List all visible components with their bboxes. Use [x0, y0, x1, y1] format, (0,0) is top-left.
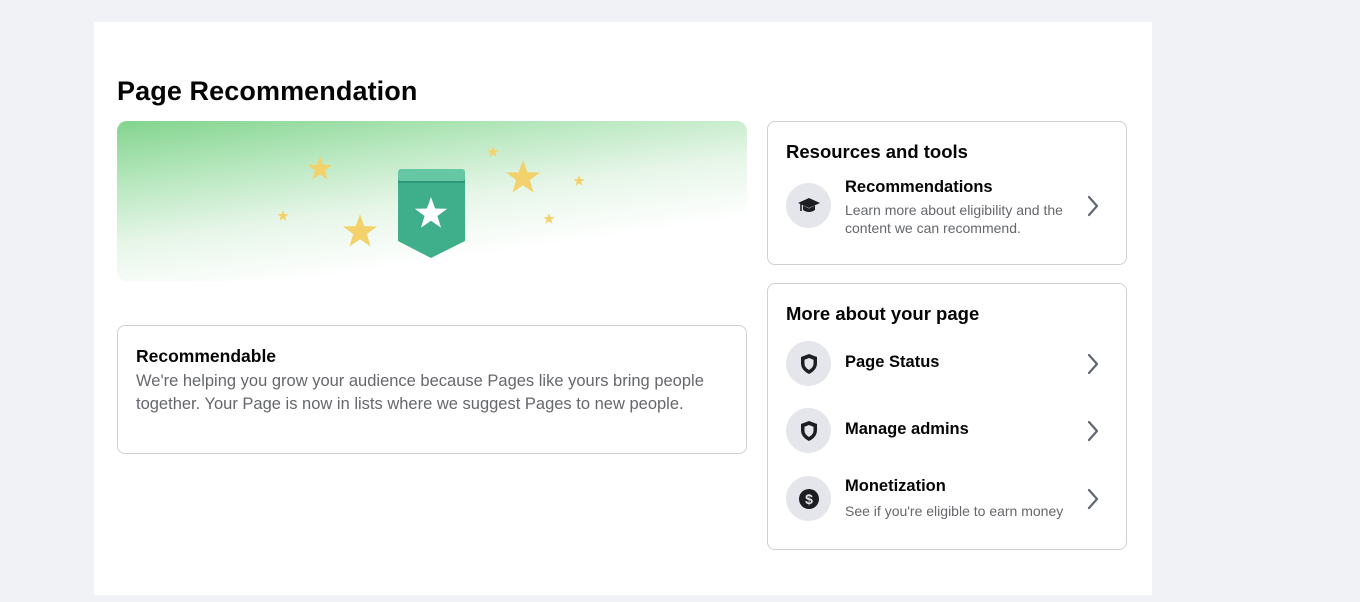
chevron-right-icon — [1087, 353, 1099, 375]
manage-admins-item[interactable]: Manage admins — [768, 403, 1126, 459]
resources-card: Resources and tools Recommendations Lear… — [767, 121, 1127, 265]
chevron-right-icon — [1087, 488, 1099, 510]
dollar-icon: $ — [786, 476, 831, 521]
recommendations-label: Recommendations — [845, 178, 993, 196]
more-heading: More about your page — [786, 303, 980, 324]
status-description: We're helping you grow your audience bec… — [136, 372, 704, 413]
shield-icon — [786, 408, 831, 453]
resources-heading: Resources and tools — [786, 141, 968, 162]
page-status-label: Page Status — [845, 353, 940, 371]
graduation-cap-icon — [786, 183, 831, 228]
page-title: Page Recommendation — [117, 76, 418, 106]
status-title: Recommendable — [136, 346, 277, 366]
badge-icon — [398, 169, 465, 258]
recommendations-item[interactable]: Recommendations Learn more about eligibi… — [768, 178, 1126, 236]
shield-icon — [786, 341, 831, 386]
recommendations-description: Learn more about eligibility and the con… — [845, 202, 1063, 236]
chevron-right-icon — [1087, 420, 1099, 442]
chevron-right-icon — [1087, 195, 1099, 217]
monetization-description: See if you're eligible to earn money — [845, 503, 1064, 519]
recommendable-status-card: Recommendable We're helping you grow you… — [117, 325, 747, 454]
monetization-label: Monetization — [845, 477, 946, 495]
page-status-item[interactable]: Page Status — [768, 336, 1126, 392]
hero-illustration — [277, 146, 585, 258]
main-panel: Page Recommendation Recommendable We're … — [94, 22, 1152, 595]
manage-admins-label: Manage admins — [845, 420, 969, 438]
monetization-item[interactable]: $ Monetization See if you're eligible to… — [768, 471, 1126, 527]
hero-banner — [117, 121, 747, 281]
more-about-page-card: More about your page Page Status Manage — [767, 283, 1127, 550]
svg-text:$: $ — [805, 491, 813, 507]
